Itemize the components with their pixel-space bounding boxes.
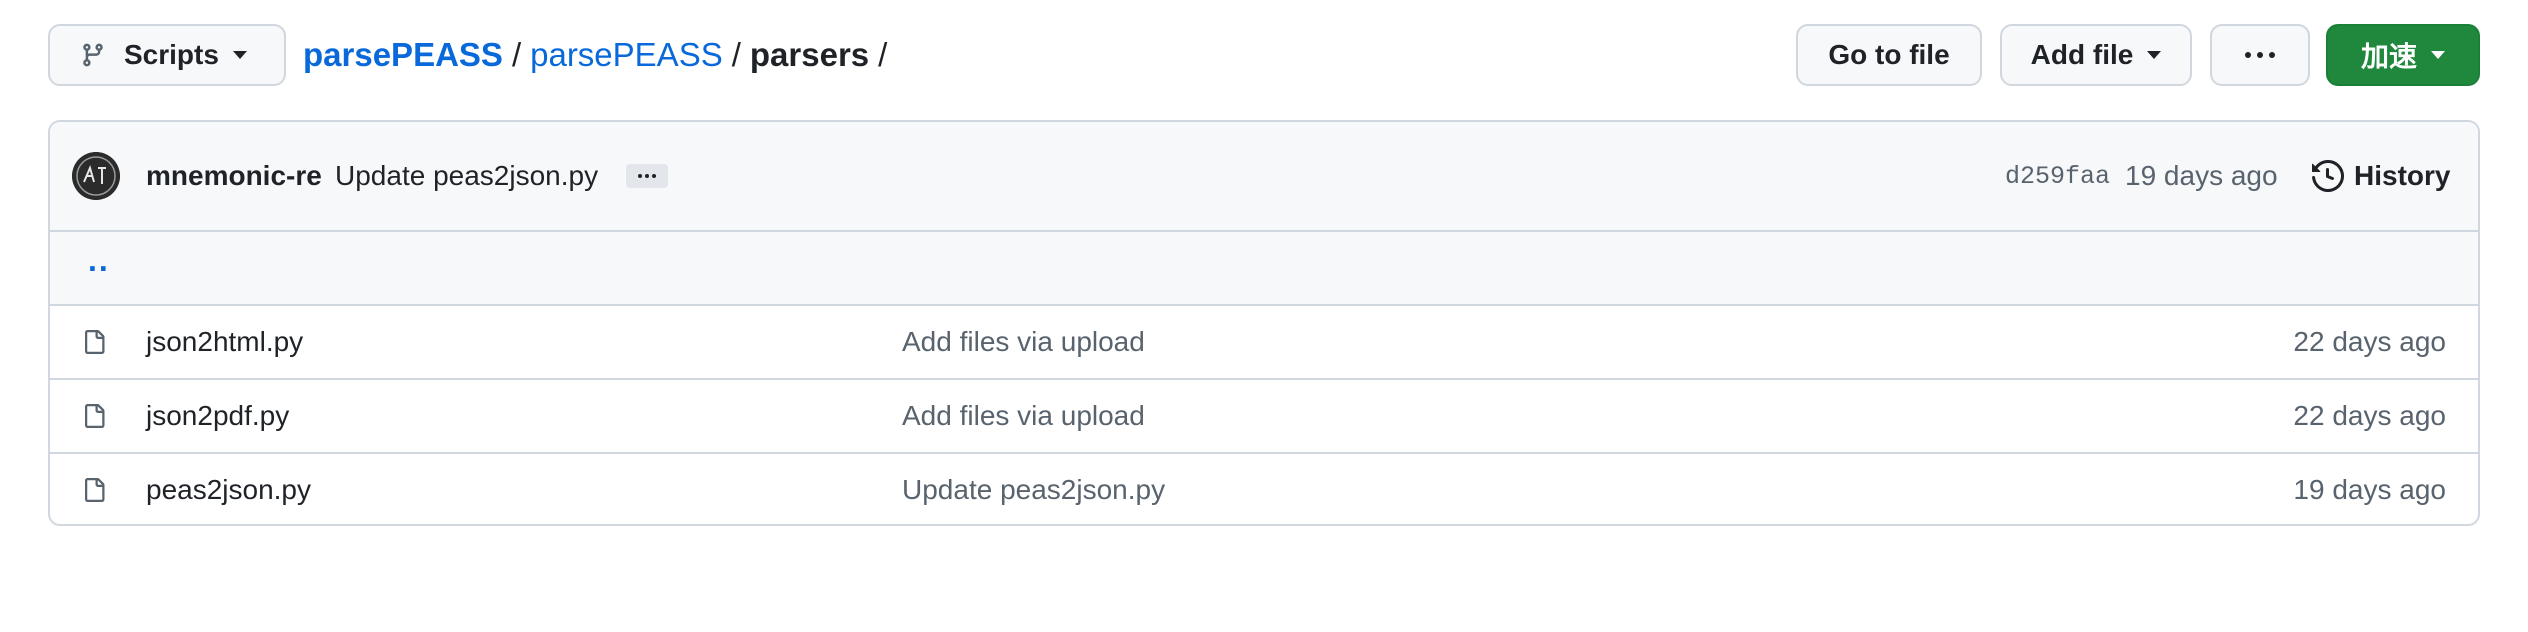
file-age: 22 days ago (2293, 400, 2446, 431)
table-row[interactable]: peas2json.py Update peas2json.py 19 days… (50, 454, 2478, 524)
chevron-down-icon (2431, 51, 2445, 59)
parent-directory-row[interactable]: .. (50, 232, 2478, 306)
history-label: History (2354, 160, 2451, 191)
breadcrumb-separator: / (731, 36, 741, 73)
branch-name: Scripts (124, 39, 219, 70)
commit-message-link[interactable]: Update peas2json.py (335, 160, 598, 192)
file-icon (85, 330, 105, 354)
breadcrumb-separator: / (511, 36, 522, 73)
file-commit-message-link[interactable]: Add files via upload (902, 400, 1145, 432)
file-name-link[interactable]: peas2json.py (146, 474, 311, 506)
file-icon (85, 404, 105, 428)
breadcrumb-separator: / (878, 36, 888, 73)
history-link[interactable]: History (2312, 160, 2450, 192)
latest-commit-bar: mnemonic-re Update peas2json.py d259faa … (50, 122, 2478, 232)
file-icon (85, 478, 105, 502)
kebab-horizontal-icon (2245, 52, 2275, 58)
more-options-button[interactable] (2210, 24, 2310, 86)
go-to-file-button[interactable]: Go to file (1796, 24, 1982, 86)
file-commit-message-link[interactable]: Update peas2json.py (902, 474, 1165, 506)
avatar-image (72, 152, 120, 200)
parent-directory-link[interactable]: .. (88, 242, 110, 279)
file-age: 22 days ago (2293, 326, 2446, 357)
breadcrumb-current: parsers (749, 36, 870, 73)
commit-author-link[interactable]: mnemonic-re (146, 160, 322, 192)
go-to-file-label: Go to file (1828, 39, 1950, 70)
commit-age: 19 days ago (2125, 160, 2278, 191)
file-commit-message-link[interactable]: Add files via upload (902, 326, 1145, 358)
speed-label: 加速 (2360, 41, 2417, 72)
table-row[interactable]: json2html.py Add files via upload 22 day… (50, 306, 2478, 380)
file-age: 19 days ago (2293, 474, 2446, 505)
chevron-down-icon (232, 51, 247, 59)
file-name-link[interactable]: json2html.py (146, 326, 303, 358)
file-table: mnemonic-re Update peas2json.py d259faa … (48, 120, 2480, 526)
file-name-link[interactable]: json2pdf.py (146, 400, 289, 432)
table-row[interactable]: json2pdf.py Add files via upload 22 days… (50, 380, 2478, 454)
breadcrumb-repo-link[interactable]: parsePEASS (303, 36, 503, 74)
add-file-label: Add file (2030, 39, 2134, 70)
add-file-button[interactable]: Add file (2000, 24, 2192, 86)
branch-select-button[interactable]: Scripts (48, 24, 286, 86)
avatar[interactable] (72, 152, 120, 200)
git-branch-icon (83, 43, 103, 67)
history-icon (2312, 160, 2344, 192)
breadcrumb: parsePEASS / parsePEASS / parsers / (303, 24, 896, 86)
expand-commit-button[interactable] (626, 164, 668, 188)
breadcrumb-dir-link[interactable]: parsePEASS (530, 36, 723, 74)
commit-hash-link[interactable]: d259faa (2005, 162, 2110, 191)
file-navigation: Scripts parsePEASS / parsePEASS / parser… (48, 24, 2480, 88)
speed-button[interactable]: 加速 (2326, 24, 2480, 86)
chevron-down-icon (2147, 51, 2162, 59)
